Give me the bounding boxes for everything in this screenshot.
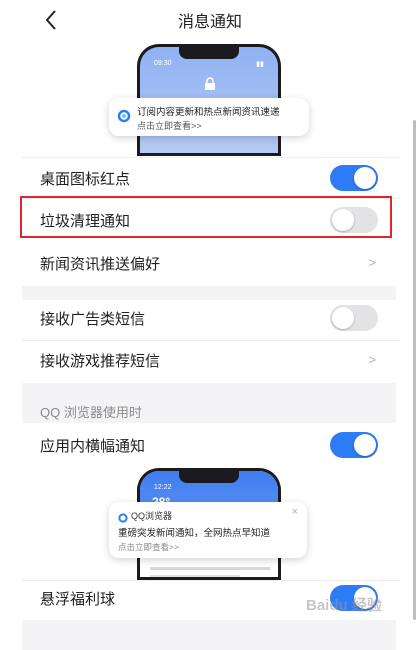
notification-subtext: 点击立即查看>> [137,121,202,131]
close-icon: × [291,506,298,518]
highlight-box [20,196,392,238]
in-app-banner-toggle[interactable] [330,432,378,458]
setting-ad-sms: 接收广告类短信 [0,296,420,340]
notification-text: 重磅突发新闻通知，全网热点早知道 [118,528,271,539]
chevron-right-icon: > [368,352,376,367]
app-name: QQ浏览器 [131,511,173,521]
watermark-logo: Baidu 经验 [306,586,398,622]
section-title: QQ 浏览器使用时 [40,405,142,420]
chevron-right-icon: > [368,255,376,270]
nav-header: 消息通知 [0,0,420,40]
list-lines [150,567,270,570]
watermark-text: Baidu 经验 [306,597,382,614]
setting-label: 新闻资讯推送偏好 [40,256,161,273]
notification-subtext: 点击立即查看>> [118,542,179,552]
setting-game-sms[interactable]: 接收游戏推荐短信 > [0,338,420,382]
lock-icon [203,77,217,96]
qq-browser-logo-icon [117,109,131,128]
status-time: 12:22 [154,484,172,491]
setting-in-app-banner: 应用内横幅通知 [0,423,420,467]
status-icons: ▮▮ [256,61,264,68]
setting-label: 接收游戏推荐短信 [40,353,161,370]
setting-label: 悬浮福利球 [40,591,116,608]
status-time: 09:30 [154,60,172,67]
scrollbar[interactable] [413,120,416,620]
notification-text: 订阅内容更新和热点新闻资讯速递 [137,107,280,118]
setting-label: 应用内横幅通知 [40,438,146,455]
setting-desktop-badge: 桌面图标红点 [0,156,420,200]
setting-label: 接收广告类短信 [40,311,146,328]
notification-preview-card: 订阅内容更新和热点新闻资讯速递 点击立即查看>> [109,98,309,136]
page-title: 消息通知 [177,14,242,31]
setting-news-pref[interactable]: 新闻资讯推送偏好 > [0,241,420,285]
desktop-badge-toggle[interactable] [330,165,378,191]
ad-sms-toggle[interactable] [330,305,378,331]
setting-label: 桌面图标红点 [40,171,131,188]
banner-preview-card: QQ浏览器 × 重磅突发新闻通知，全网热点早知道 点击立即查看>> [109,502,307,558]
